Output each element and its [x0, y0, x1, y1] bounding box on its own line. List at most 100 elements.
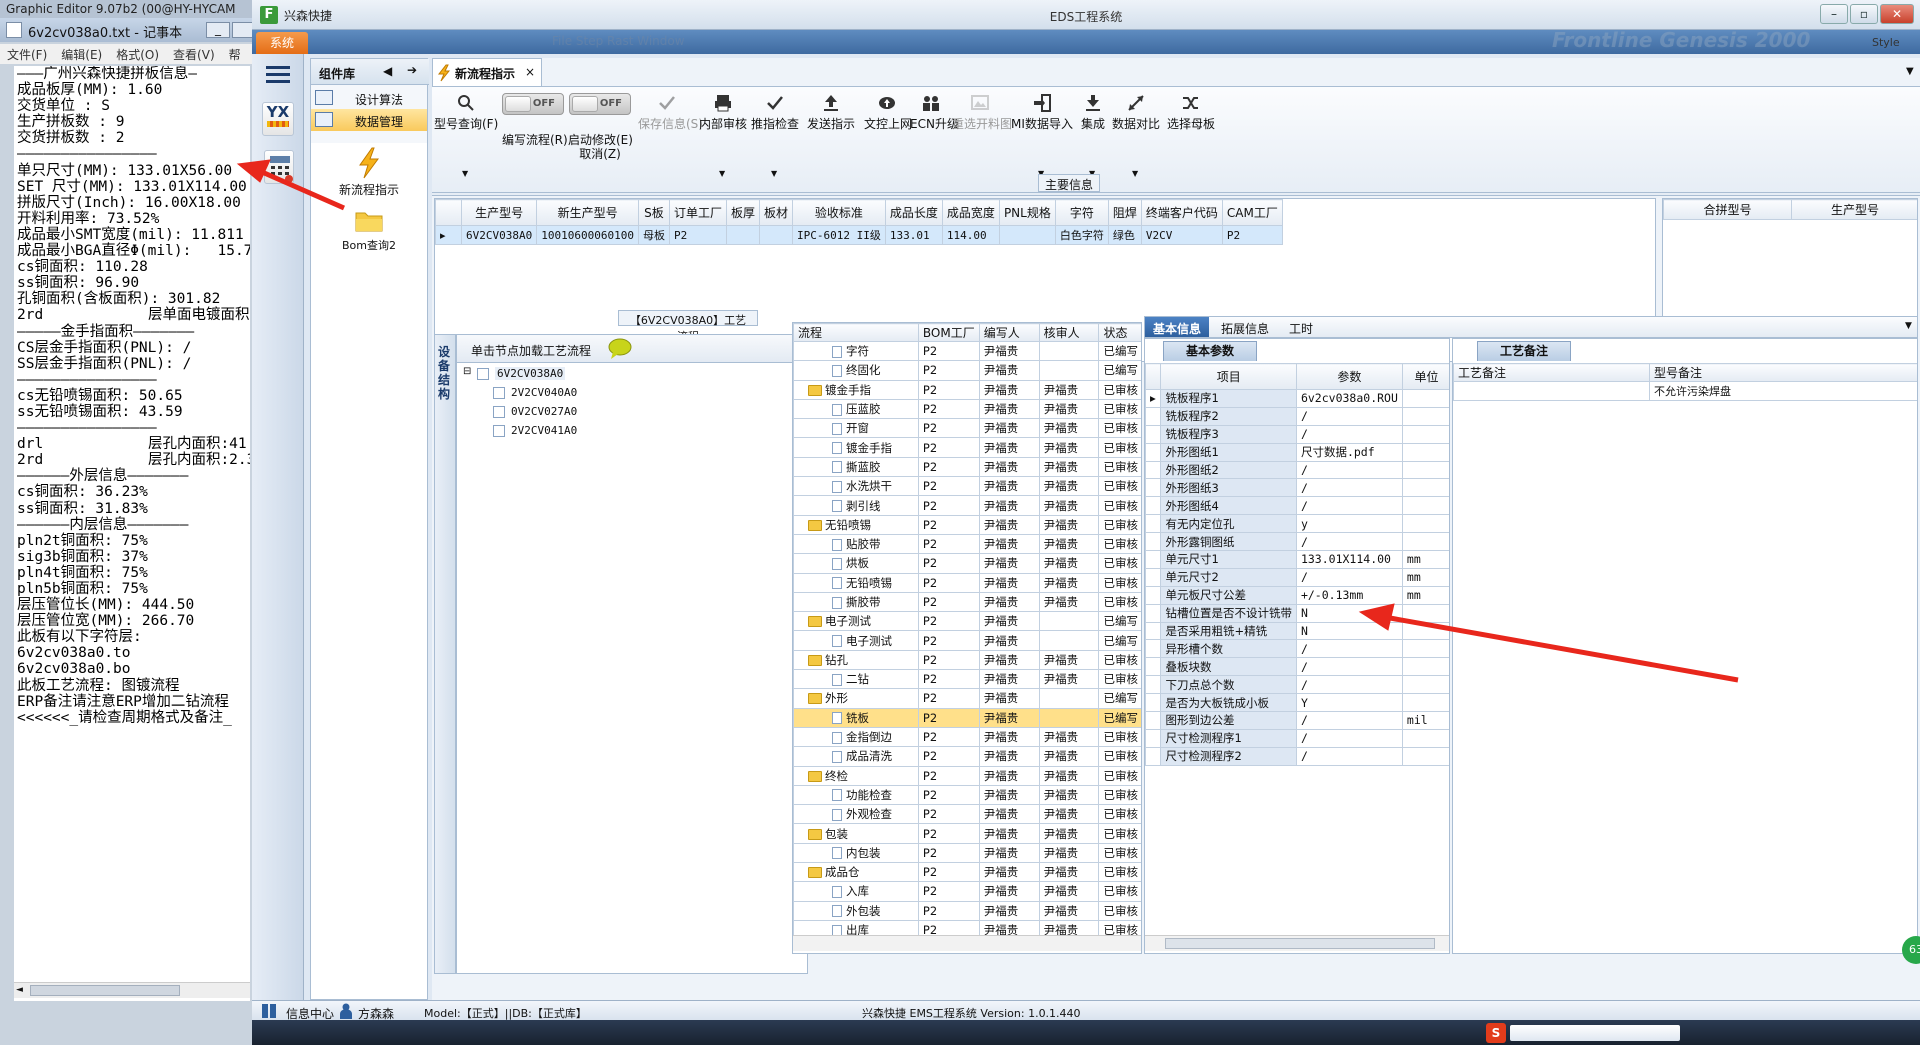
flow-status-cell[interactable]: 已编写: [1098, 340, 1141, 362]
flow-reviewer-cell[interactable]: 尹福贵: [1038, 669, 1100, 690]
flow-step-cell[interactable]: 入库: [793, 881, 919, 902]
flow-status-cell[interactable]: 已编写: [1098, 611, 1141, 632]
flow-step-cell[interactable]: 终固化: [793, 360, 919, 381]
flow-bom-cell[interactable]: P2: [917, 707, 980, 728]
toolbar-button-3[interactable]: 保存信息(S): [638, 87, 703, 191]
flow-writer-cell[interactable]: 尹福贵: [978, 669, 1040, 690]
param-cell[interactable]: y: [1295, 514, 1403, 534]
param-cell[interactable]: +/-0.13mm: [1295, 585, 1403, 605]
param-cell[interactable]: 是否采用粗铣+精铣: [1160, 621, 1297, 641]
checkbox[interactable]: [493, 387, 505, 399]
param-cell[interactable]: /: [1295, 406, 1403, 426]
flow-reviewer-cell[interactable]: 尹福贵: [1038, 823, 1100, 844]
flow-reviewer-cell[interactable]: 尹福贵: [1038, 379, 1100, 400]
param-cell[interactable]: 单元尺寸1: [1160, 550, 1297, 569]
dropdown-arrow-icon[interactable]: ▼: [462, 169, 468, 178]
toggle-switch[interactable]: OFF: [502, 93, 564, 115]
table-row[interactable]: 外形图纸1 尺寸数据.pdf: [1145, 442, 1449, 462]
notepad-text-area[interactable]: ———广州兴森快捷拼板信息— 成品板厚(MM): 1.60 交货单位 : S 生产拼板…: [14, 66, 250, 1001]
param-cell[interactable]: [1401, 496, 1449, 516]
param-cell[interactable]: /: [1295, 424, 1403, 444]
basic-params-tab[interactable]: 基本参数: [1163, 341, 1257, 361]
flow-status-cell[interactable]: 已审核: [1098, 862, 1141, 883]
flow-step-cell[interactable]: 金指倒边: [793, 726, 919, 748]
scroll-thumb[interactable]: [30, 985, 180, 996]
flow-status-cell[interactable]: 已审核: [1098, 669, 1141, 690]
ime-tray-icons[interactable]: [1510, 1025, 1680, 1041]
param-cell[interactable]: mil: [1401, 711, 1449, 730]
flow-reviewer-cell[interactable]: [1038, 707, 1100, 728]
flow-step-cell[interactable]: 内包装: [793, 842, 919, 864]
flow-status-cell[interactable]: 已审核: [1098, 379, 1141, 400]
param-cell[interactable]: /: [1295, 496, 1403, 516]
param-cell[interactable]: [1401, 389, 1449, 408]
flow-bom-cell[interactable]: P2: [917, 630, 980, 651]
table-row[interactable]: 外形图纸3/: [1145, 478, 1449, 498]
flow-step-cell[interactable]: 电子测试: [793, 611, 919, 632]
notepad-horizontal-scrollbar[interactable]: ◄: [14, 982, 250, 998]
notepad-menu-format[interactable]: 格式(O): [109, 44, 166, 64]
flow-bom-cell[interactable]: P2: [917, 900, 980, 921]
flow-writer-cell[interactable]: 尹福贵: [978, 514, 1040, 535]
table-row[interactable]: 无铅喷锡 P2 尹福贵 尹福贵 已审核: [793, 514, 1141, 535]
info-tab-2[interactable]: 工时: [1281, 317, 1321, 337]
column-header[interactable]: 字符: [1054, 199, 1109, 226]
speech-bubble-icon[interactable]: [607, 338, 633, 360]
flow-status-cell[interactable]: 已审核: [1098, 746, 1141, 767]
table-row[interactable]: 终检 P2 尹福贵 尹福贵 已审核: [793, 765, 1141, 786]
flow-writer-cell[interactable]: 尹福贵: [978, 533, 1040, 555]
flow-reviewer-cell[interactable]: 尹福贵: [1038, 900, 1100, 921]
remark-cell-model[interactable]: 不允许污染焊盘: [1649, 381, 1917, 401]
flow-status-cell[interactable]: 已审核: [1098, 398, 1141, 420]
table-row[interactable]: 压蓝胶 P2 尹福贵 尹福贵 已审核: [793, 398, 1141, 420]
param-cell[interactable]: 是否为大板铣成小板: [1160, 693, 1297, 713]
table-row[interactable]: 尺寸检测程序1/: [1145, 728, 1449, 748]
column-header[interactable]: BOM工厂: [917, 323, 980, 342]
table-row[interactable]: 包装 P2 尹福贵 尹福贵 已审核: [793, 823, 1141, 844]
flow-writer-cell[interactable]: 尹福贵: [978, 630, 1040, 651]
eds-minimize-button[interactable]: –: [1820, 4, 1848, 24]
checkbox[interactable]: [493, 425, 505, 437]
flow-hscroll[interactable]: [793, 935, 1141, 951]
flow-status-cell[interactable]: 已审核: [1098, 649, 1141, 671]
tile-new-process[interactable]: 新流程指示: [311, 147, 427, 203]
table-cell[interactable]: 10010600060100: [536, 225, 639, 245]
flow-reviewer-cell[interactable]: 尹福贵: [1038, 784, 1100, 806]
flow-step-cell[interactable]: 字符: [793, 340, 919, 362]
flow-status-cell[interactable]: 已审核: [1098, 437, 1141, 458]
flow-status-cell[interactable]: 已审核: [1098, 533, 1141, 555]
param-cell[interactable]: 单元板尺寸公差: [1160, 585, 1297, 605]
flow-step-cell[interactable]: 外包装: [793, 900, 919, 921]
param-cell[interactable]: /: [1295, 675, 1403, 695]
flow-writer-cell[interactable]: 尹福贵: [978, 900, 1040, 921]
param-cell[interactable]: Y: [1295, 693, 1403, 713]
param-cell[interactable]: /: [1295, 460, 1403, 480]
param-cell[interactable]: [1401, 460, 1449, 480]
column-header[interactable]: 单位: [1401, 363, 1449, 390]
table-row[interactable]: 外形图纸4/: [1145, 496, 1449, 516]
flow-step-cell[interactable]: 镀金手指: [793, 437, 919, 458]
flow-reviewer-cell[interactable]: 尹福贵: [1038, 746, 1100, 767]
param-cell[interactable]: [1401, 442, 1449, 462]
flow-status-cell[interactable]: 已审核: [1098, 842, 1141, 864]
column-header[interactable]: 成品长度: [884, 199, 943, 226]
notepad-menu-help[interactable]: 帮: [222, 44, 248, 64]
table-cell[interactable]: 母板: [637, 225, 670, 245]
flow-bom-cell[interactable]: P2: [917, 533, 980, 555]
param-cell[interactable]: /: [1295, 711, 1403, 730]
flow-step-cell[interactable]: 水洗烘干: [793, 476, 919, 497]
param-cell[interactable]: 下刀点总个数: [1160, 675, 1297, 695]
style-label[interactable]: Style: [1872, 36, 1900, 49]
table-row[interactable]: 电子测试 P2 尹福贵 已编写: [793, 611, 1141, 632]
toolbar-button-0[interactable]: 型号查询(F) ▼: [434, 87, 498, 191]
param-cell[interactable]: [1401, 621, 1449, 641]
column-header[interactable]: 合拼型号: [1663, 199, 1792, 220]
param-cell[interactable]: 有无内定位孔: [1160, 514, 1297, 534]
flow-step-cell[interactable]: 钻孔: [793, 649, 919, 671]
param-cell[interactable]: 尺寸数据.pdf: [1295, 442, 1403, 462]
table-row[interactable]: 撕胶带 P2 尹福贵 尹福贵 已审核: [793, 591, 1141, 613]
flow-step-cell[interactable]: 撕蓝胶: [793, 456, 919, 478]
flow-status-cell[interactable]: 已审核: [1098, 765, 1141, 786]
param-cell[interactable]: [1401, 675, 1449, 695]
table-row[interactable]: 字符 P2 尹福贵 已编写: [793, 340, 1141, 362]
